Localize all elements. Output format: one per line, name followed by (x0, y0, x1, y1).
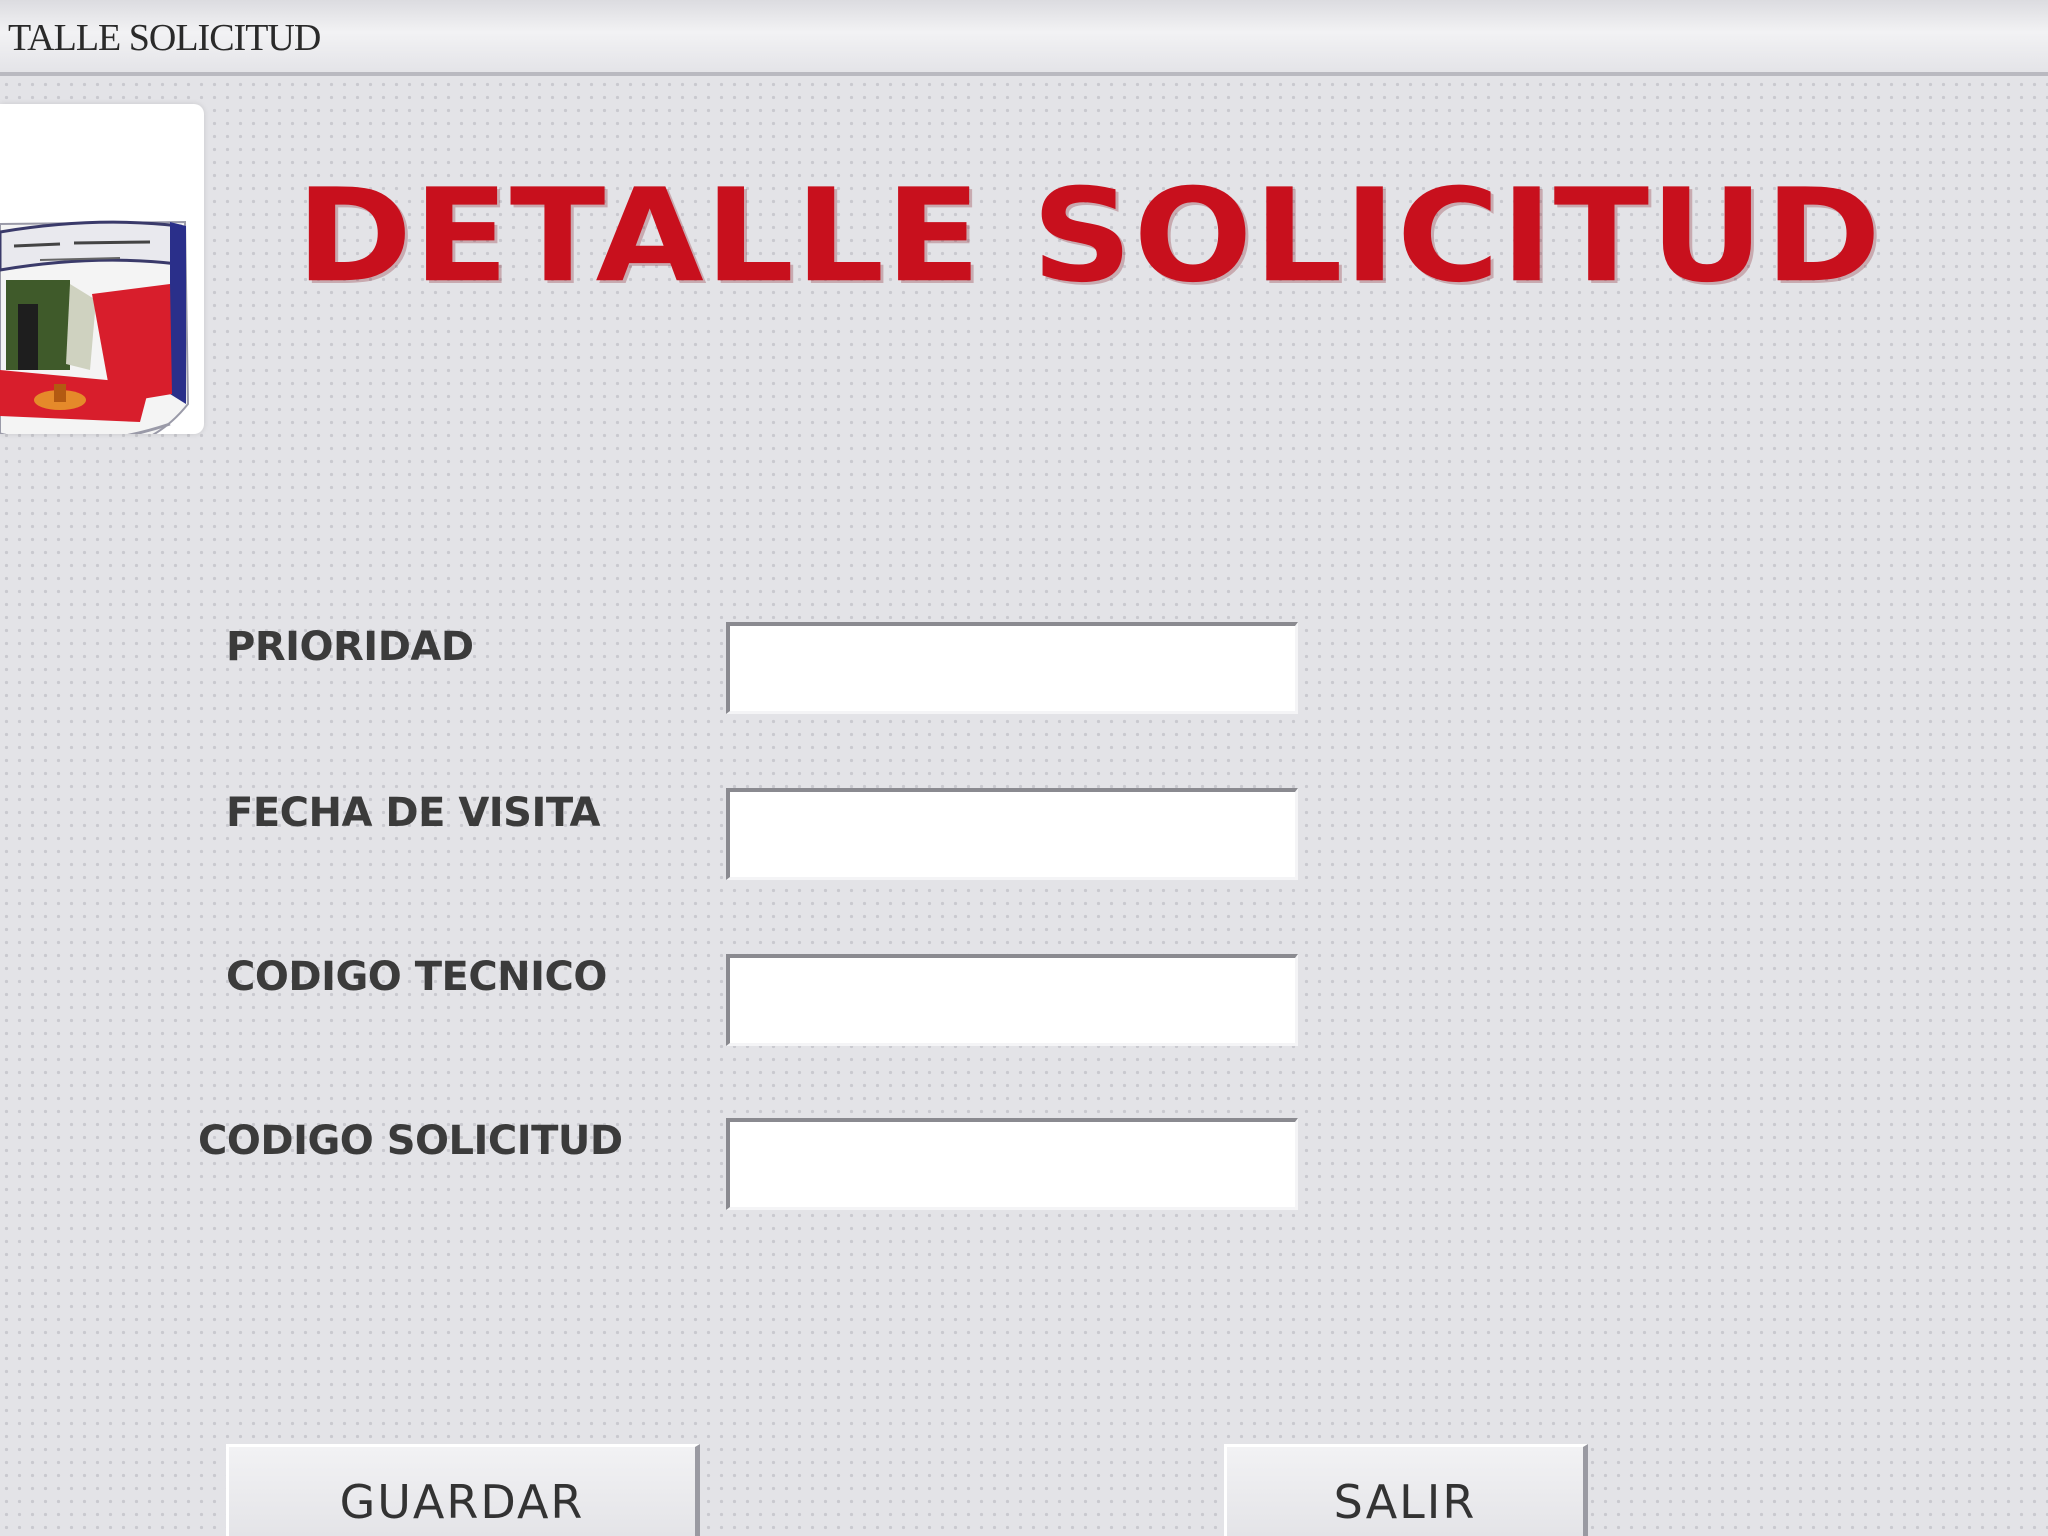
salir-button[interactable]: SALIR (1224, 1444, 1588, 1536)
window-title: TALLE SOLICITUD (8, 17, 321, 59)
prioridad-label: PRIORIDAD (226, 624, 474, 670)
crest-icon (0, 220, 190, 450)
codigo-tecnico-input[interactable] (726, 954, 1298, 1046)
window-titlebar: TALLE SOLICITUD (0, 0, 2048, 76)
school-crest-logo (0, 104, 204, 450)
codigo-solicitud-input[interactable] (726, 1118, 1298, 1210)
fecha-de-visita-input[interactable] (726, 788, 1298, 880)
guardar-button[interactable]: GUARDAR (226, 1444, 700, 1536)
page-title: DETALLE SOLICITUD (296, 161, 1882, 312)
fecha-de-visita-label: FECHA DE VISITA (226, 790, 600, 836)
codigo-solicitud-label: CODIGO SOLICITUD (198, 1118, 623, 1164)
prioridad-input[interactable] (726, 622, 1298, 714)
codigo-tecnico-label: CODIGO TECNICO (226, 954, 607, 1000)
